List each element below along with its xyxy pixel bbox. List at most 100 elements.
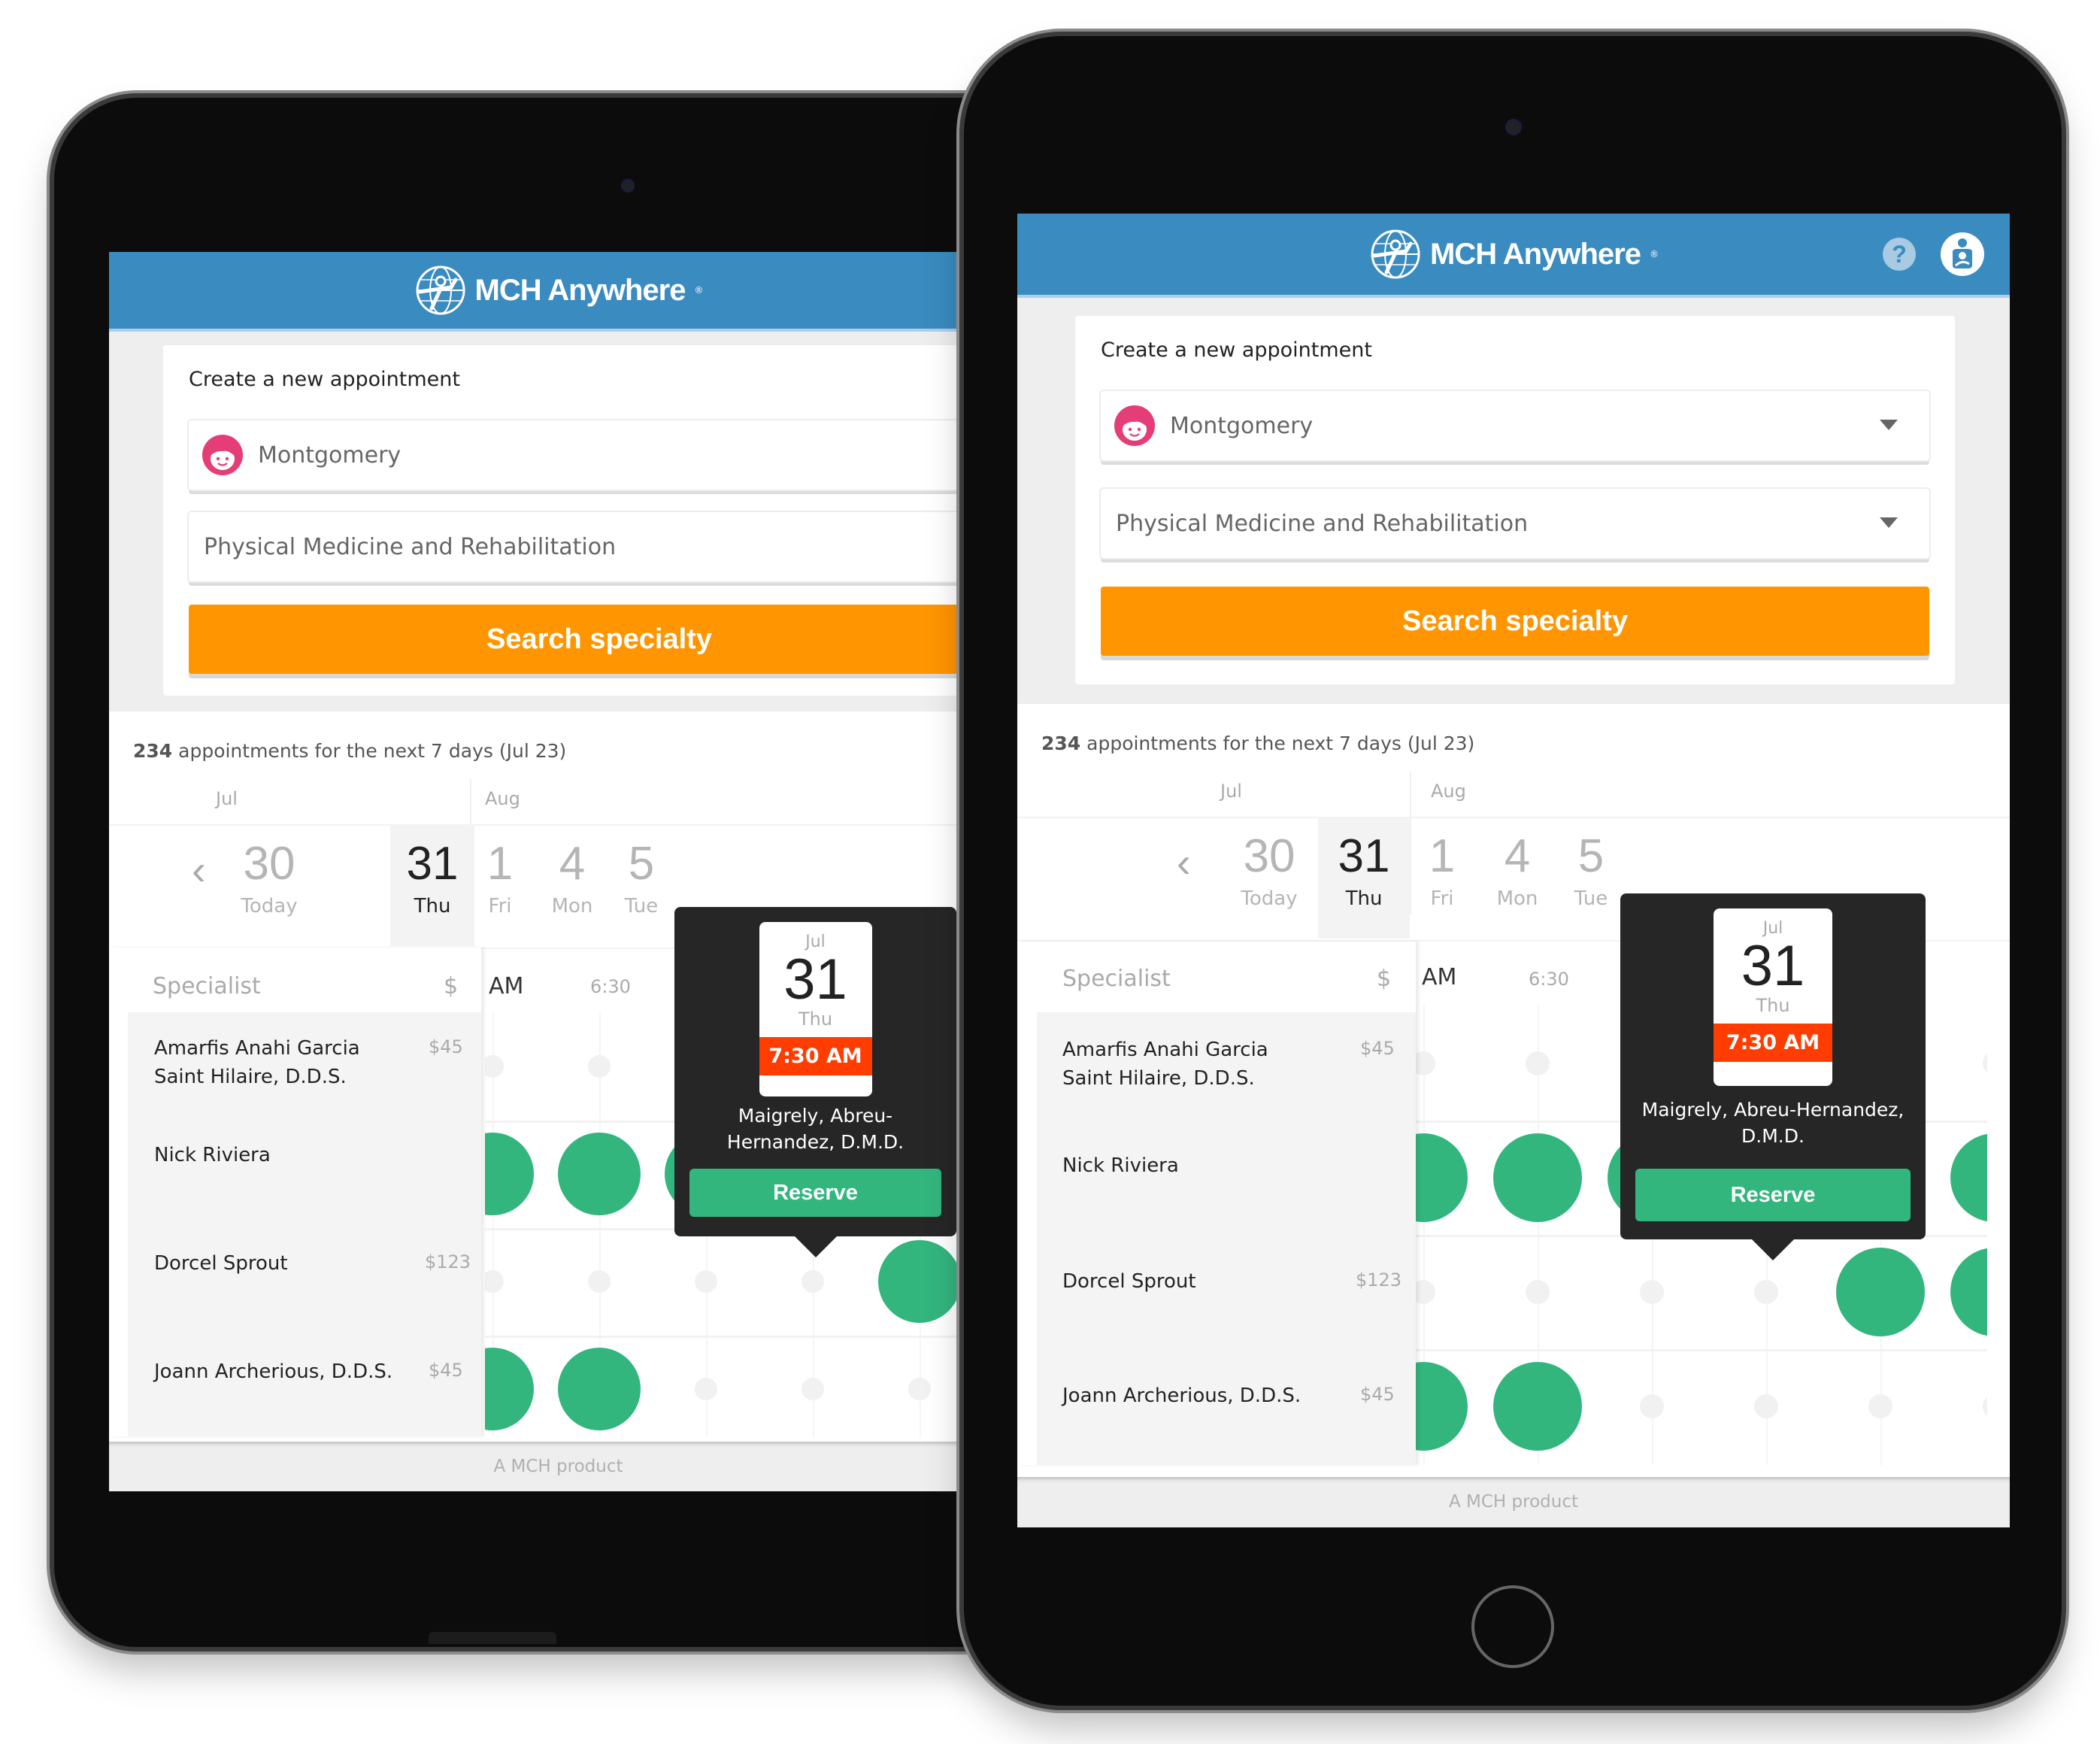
day-label: Today [241,895,298,917]
available-slot[interactable] [1950,1248,1987,1336]
available-slot[interactable] [1493,1362,1582,1451]
time-label: AM [1422,964,1457,990]
row-divider [1416,1349,1987,1351]
month-label: Aug [485,788,520,809]
unavailable-slot [908,1378,931,1400]
date-tab-selected[interactable]: 31 Thu [1318,817,1410,939]
chevron-left-icon[interactable]: ‹ [1177,838,1191,887]
unavailable-slot [1868,1394,1892,1418]
specialist-panel: Specialist $ Amarfis Anahi Garcia Saint H… [1017,942,1416,1465]
count-suffix: appointments for the next 7 days (Jul 23… [172,740,567,762]
day-label: Mon [551,895,593,917]
popover-date-card: Jul 31 Thu 7:30 AM [1714,908,1832,1086]
month-label: Jul [1220,781,1242,802]
unavailable-slot [485,1055,504,1078]
available-slot[interactable] [485,1133,534,1215]
specialist-name-line2: Saint Hilaire, D.D.S. [154,1065,347,1088]
specialist-name: Nick Riviera [1062,1154,1179,1177]
available-slot[interactable] [1416,1133,1468,1222]
row-divider [485,1335,1008,1338]
count-number: 234 [1041,732,1081,754]
home-button[interactable] [1471,1585,1554,1668]
search-specialty-button[interactable]: Search specialty [189,605,1008,674]
available-slot[interactable] [558,1133,641,1215]
specialist-price: $123 [1356,1269,1402,1291]
brand-logo: MCH Anywhere ® [414,263,704,317]
specialty-select[interactable]: Physical Medicine and Rehabilitation [189,512,1008,581]
specialist-list: Amarfis Anahi Garcia Saint Hilaire, D.D.S… [1037,1012,1416,1465]
available-slot[interactable] [1416,1362,1468,1451]
specialist-price: $45 [1360,1038,1395,1059]
reserve-button[interactable]: Reserve [689,1169,941,1217]
footer: A MCH product [1017,1477,2010,1527]
specialist-price: $45 [429,1036,463,1057]
globe-person-logo-icon [1371,229,1420,279]
search-specialty-button[interactable]: Search specialty [1101,587,1929,656]
app-header: MCH Anywhere® ? [109,252,1008,332]
unavailable-slot [695,1378,717,1400]
app-screen: MCH Anywhere® ? Create a new appointment… [109,252,1008,1491]
patient-select[interactable]: Montgomery [1101,391,1929,460]
unavailable-slot [485,1270,504,1293]
brand-name: MCH Anywhere [1430,237,1641,271]
day-label: Thu [414,895,451,917]
specialist-name: Nick Riviera [154,1144,271,1166]
time-label: 6:30 [1529,969,1569,990]
parent-child-profile-icon[interactable] [1941,232,1984,276]
date-tab[interactable]: 30 Today [228,832,311,954]
day-number: 30 [1243,830,1295,882]
form-title: Create a new appointment [189,368,460,391]
popover-dow: Thu [798,1008,833,1030]
available-slot[interactable] [1836,1248,1925,1336]
patient-select[interactable]: Montgomery [189,420,1008,490]
unavailable-slot [1754,1394,1778,1418]
date-tab[interactable]: 1 Fri [1408,824,1476,911]
specialist-price: $45 [429,1360,463,1381]
available-slot[interactable] [558,1348,641,1430]
patient-value: Montgomery [258,441,402,469]
date-tab[interactable]: 5 Tue [1557,824,1625,911]
available-slot[interactable] [1493,1133,1582,1222]
unavailable-slot [1526,1280,1550,1304]
day-number: 30 [243,838,295,890]
date-tab-selected[interactable]: 31 Thu [390,824,474,946]
available-slot[interactable] [878,1240,961,1323]
count-suffix: appointments for the next 7 days (Jul 23… [1080,732,1475,754]
divider [109,824,1008,826]
help-icon[interactable]: ? [1883,238,1916,271]
specialist-name: Dorcel Sprout [154,1252,288,1275]
popover-date-card: Jul 31 Thu 7:30 AM [759,922,872,1096]
unavailable-slot [1416,1051,1435,1075]
specialty-select[interactable]: Physical Medicine and Rehabilitation [1101,489,1929,558]
tablet-device-left: MCH Anywhere® ? Create a new appointment… [54,98,1062,1647]
specialist-name: Amarfis Anahi Garcia [1062,1039,1268,1061]
month-label: Jul [216,788,238,809]
dropdown-caret-icon [1880,420,1898,430]
popover-time-badge: 7:30 AM [759,1037,872,1075]
device-connector [429,1632,556,1644]
date-tab[interactable]: 4 Mon [1483,824,1551,911]
form-title: Create a new appointment [1101,338,1372,362]
date-tab[interactable]: 30 Today [1228,824,1311,911]
unavailable-slot [802,1270,824,1293]
day-label: Fri [1430,887,1454,910]
available-slot[interactable] [1950,1133,1987,1222]
specialty-value: Physical Medicine and Rehabilitation [1116,510,1529,537]
app-screen: MCH Anywhere® ? Create a new appointment… [1017,214,2010,1527]
day-label: Thu [1345,887,1383,910]
popover-day: 31 [1741,934,1805,998]
available-slot[interactable] [485,1348,534,1430]
reserve-button[interactable]: Reserve [1635,1169,1911,1221]
date-tab[interactable]: 4 Mon [542,832,602,918]
date-tab[interactable]: 1 Fri [470,832,530,918]
unavailable-slot [1640,1394,1664,1418]
registered-mark: ® [694,285,704,296]
specialist-name-line2: Saint Hilaire, D.D.S. [1062,1066,1255,1090]
chevron-left-icon[interactable]: ‹ [192,845,206,894]
day-number: 5 [628,838,655,890]
day-label: Fri [488,895,512,917]
specialist-name: Dorcel Sprout [1062,1270,1196,1293]
date-tab[interactable]: 5 Tue [611,832,671,918]
camera-icon [1505,119,1522,135]
day-number: 31 [406,838,459,890]
